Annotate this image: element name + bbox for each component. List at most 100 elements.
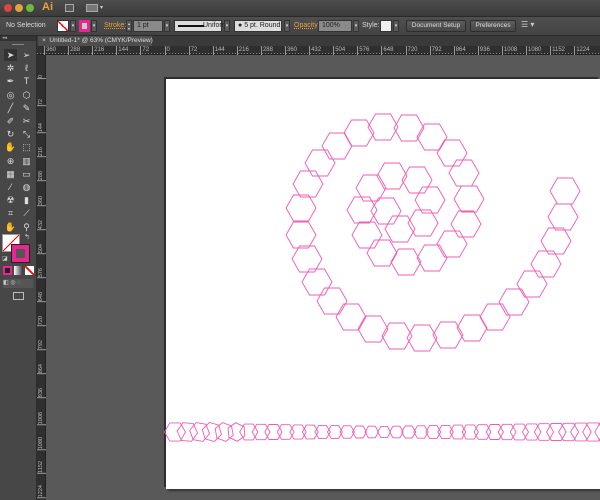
- ruler-tick-label: 360: [285, 46, 298, 55]
- mesh-tool-icon[interactable]: ▦: [4, 168, 17, 180]
- shape-builder-tool-icon[interactable]: ⊕: [4, 155, 17, 167]
- rotate-tool-icon[interactable]: ↻: [4, 128, 17, 140]
- ruler-tick-label: 216: [236, 46, 249, 55]
- style-swatch[interactable]: [380, 20, 392, 32]
- hand-tool-icon[interactable]: ✋: [4, 221, 17, 233]
- stroke-profile-dropdown[interactable]: ▾: [224, 20, 230, 32]
- ruler-tick-label: 648: [37, 291, 46, 303]
- brush-select[interactable]: ● 5 pt. Round: [234, 20, 282, 32]
- draw-normal-icon[interactable]: ◧ ◎ ◌: [3, 280, 21, 286]
- panel-collapse-icon[interactable]: ◂◂: [0, 36, 36, 41]
- symbol-sprayer-tool-icon[interactable]: ☢: [4, 194, 17, 206]
- ruler-tick-label: 864: [453, 46, 466, 55]
- none-mode-icon[interactable]: [25, 266, 34, 275]
- ruler-tick-label: 504: [37, 243, 46, 254]
- slice-tool-icon[interactable]: ⟋: [20, 207, 33, 219]
- artboard[interactable]: [166, 79, 600, 489]
- selection-tool-icon[interactable]: ➤: [4, 49, 17, 61]
- opacity-input[interactable]: 100%: [318, 20, 352, 32]
- scissors-tool-icon[interactable]: ✂: [20, 115, 33, 127]
- stroke-weight-input[interactable]: 1 pt: [133, 20, 163, 32]
- vertical-ruler[interactable]: 0 72 144 216 288 360 432 504 576 648 720 792 864 936 1…: [37, 55, 46, 500]
- gradient-mode-icon[interactable]: [14, 266, 23, 275]
- zoom-window-button[interactable]: [26, 4, 34, 12]
- screen-mode-icon[interactable]: [13, 292, 24, 300]
- ruler-tick-label: 936: [477, 46, 490, 55]
- ruler-tick-label: 72: [188, 46, 198, 55]
- opacity-dropdown[interactable]: ▾: [353, 20, 359, 32]
- direct-selection-tool-icon[interactable]: ➢: [20, 49, 33, 61]
- stroke-color-box[interactable]: [11, 244, 30, 263]
- pen-tool-icon[interactable]: ✒: [4, 75, 17, 87]
- minimize-window-button[interactable]: [15, 4, 23, 12]
- stroke-swatch[interactable]: [79, 20, 90, 32]
- stroke-dropdown[interactable]: ▾: [91, 20, 97, 32]
- scale-tool-icon[interactable]: ⤡: [20, 128, 33, 140]
- ruler-tick-label: 720: [405, 46, 418, 55]
- selection-status: No Selection: [6, 22, 46, 29]
- document-tab[interactable]: × Untitled-1* @ 63% (CMYK/Preview): [38, 36, 153, 46]
- stroke-weight-stepper[interactable]: ▴ ▾: [126, 20, 132, 32]
- ruler-tick-label: 216: [37, 147, 46, 158]
- blob-brush-tool-icon[interactable]: ✐: [4, 115, 17, 127]
- magic-wand-tool-icon[interactable]: ✲: [4, 62, 17, 74]
- document-setup-button[interactable]: Document Setup: [406, 20, 466, 32]
- stroke-weight-dropdown[interactable]: ▾: [164, 20, 170, 32]
- ruler-tick-label: 216: [92, 46, 105, 55]
- column-graph-tool-icon[interactable]: ▮: [20, 194, 33, 206]
- stroke-profile-select[interactable]: Uniform: [174, 20, 228, 32]
- control-panel-menu-icon[interactable]: ☰ ▾: [521, 20, 534, 29]
- ruler-tick-label: 648: [381, 46, 394, 55]
- graph-tool-icon[interactable]: ▥: [20, 155, 33, 167]
- control-bar: No Selection ▾ ▾ Stroke: ▴ ▾ 1 pt ▾ Unifo…: [0, 17, 600, 36]
- fill-dropdown[interactable]: ▾: [70, 20, 76, 32]
- ruler-tick-label: 1080: [37, 436, 46, 450]
- eyedropper-tool-icon[interactable]: ⁄: [4, 181, 17, 193]
- ruler-tick-label: 1224: [574, 46, 590, 55]
- color-mode-icon[interactable]: [3, 266, 12, 275]
- ruler-tick-label: 1008: [501, 46, 518, 55]
- fill-swatch[interactable]: [57, 20, 69, 32]
- ruler-tick-label: 504: [333, 46, 346, 55]
- ruler-tick-label: 0: [164, 46, 170, 55]
- ruler-tick-label: 792: [37, 340, 46, 351]
- brush-label: 5 pt. Round: [244, 22, 281, 29]
- ruler-tick-label: 72: [140, 46, 150, 55]
- default-colors-icon[interactable]: ◪: [2, 255, 8, 262]
- document-tab-title: Untitled-1* @ 63% (CMYK/Preview): [49, 37, 153, 44]
- warp-tool-icon[interactable]: ✋: [4, 141, 17, 153]
- artboard-tool-icon[interactable]: ⌗: [4, 207, 17, 219]
- close-tab-icon[interactable]: ×: [42, 37, 46, 44]
- blend-tool-icon[interactable]: ◍: [20, 181, 33, 193]
- ruler-tick-label: 1224: [37, 484, 46, 498]
- bridge-icon[interactable]: [65, 4, 74, 12]
- preferences-button[interactable]: Preferences: [470, 20, 516, 32]
- pencil-tool-icon[interactable]: ✎: [20, 102, 33, 114]
- stroke-label[interactable]: Stroke:: [104, 22, 126, 29]
- polygon-tool-icon[interactable]: ⬡: [20, 89, 33, 101]
- brush-dropdown[interactable]: ▾: [284, 20, 290, 32]
- gradient-tool-icon[interactable]: ▭: [20, 168, 33, 180]
- chevron-down-icon[interactable]: ▾: [100, 4, 103, 11]
- ruler-tick-label: 360: [37, 195, 46, 206]
- ruler-tick-label: 288: [37, 171, 46, 182]
- horizontal-ruler[interactable]: 360 288 216 144 72 0 72 144 216 288 360 432 504 576 64…: [37, 46, 600, 55]
- zoom-tool-icon[interactable]: ⚲: [20, 221, 33, 233]
- panel-grip[interactable]: [12, 44, 24, 45]
- free-transform-tool-icon[interactable]: ⬚: [20, 141, 33, 153]
- drawing-modes[interactable]: ◧ ◎ ◌: [3, 279, 33, 288]
- arrange-documents-icon[interactable]: [86, 4, 98, 12]
- close-window-button[interactable]: [4, 4, 12, 12]
- ruler-tick-label: 1152: [550, 46, 565, 55]
- lasso-tool-icon[interactable]: ℓ: [20, 62, 33, 74]
- opacity-label[interactable]: Opacity:: [294, 22, 320, 29]
- swap-colors-icon[interactable]: ↰: [24, 233, 30, 241]
- ruler-tick-label: 0: [37, 75, 46, 80]
- ruler-tick-label: 144: [37, 123, 46, 134]
- paintbrush-tool-icon[interactable]: ╱: [4, 102, 17, 114]
- style-dropdown[interactable]: ▾: [393, 20, 399, 32]
- ruler-tick-label: 1152: [37, 460, 46, 474]
- type-tool-icon[interactable]: T: [20, 75, 33, 87]
- ruler-tick-label: 432: [37, 219, 46, 230]
- spiral-tool-icon[interactable]: ◎: [4, 89, 17, 101]
